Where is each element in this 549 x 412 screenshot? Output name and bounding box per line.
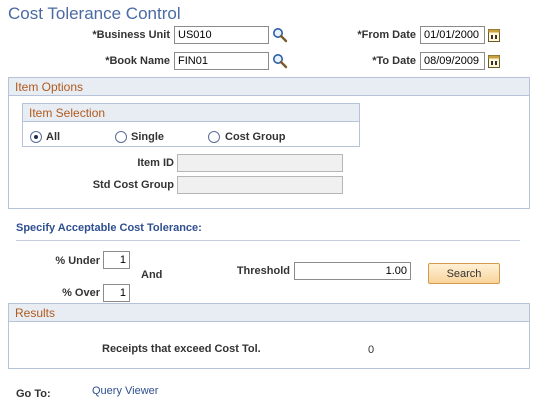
threshold-label: Threshold xyxy=(236,265,290,277)
business-unit-field[interactable] xyxy=(174,26,269,44)
book-name-field[interactable] xyxy=(174,52,269,70)
book-name-label: *Book Name xyxy=(105,55,170,67)
radio-cost-group[interactable] xyxy=(208,131,220,143)
threshold-field[interactable] xyxy=(294,262,411,280)
std-cost-group-field[interactable] xyxy=(177,176,343,194)
receipts-count: 0 xyxy=(368,344,375,356)
radio-single-label: Single xyxy=(131,131,165,143)
query-viewer-link[interactable]: Query Viewer xyxy=(92,385,158,397)
book-name-lookup-icon[interactable] xyxy=(272,53,288,69)
over-field[interactable] xyxy=(103,284,130,302)
radio-single[interactable] xyxy=(115,131,127,143)
over-label: % Over xyxy=(62,287,100,299)
radio-cost-group-label: Cost Group xyxy=(225,131,286,143)
receipts-label: Receipts that exceed Cost Tol. xyxy=(102,343,261,355)
search-button[interactable]: Search xyxy=(428,263,500,284)
to-date-calendar-icon[interactable] xyxy=(488,54,500,68)
to-date-label: *To Date xyxy=(372,55,416,67)
std-cost-group-label: Std Cost Group xyxy=(92,179,174,191)
item-options-header: Item Options xyxy=(9,78,529,96)
radio-all[interactable] xyxy=(30,131,42,143)
tolerance-section-title: Specify Acceptable Cost Tolerance: xyxy=(16,222,202,234)
goto-label: Go To: xyxy=(16,388,51,400)
item-id-field[interactable] xyxy=(177,154,343,172)
business-unit-lookup-icon[interactable] xyxy=(272,27,288,43)
item-selection-group: Item Selection xyxy=(22,103,360,147)
results-group: Results xyxy=(8,303,530,369)
page-title: Cost Tolerance Control xyxy=(8,4,181,23)
from-date-label: *From Date xyxy=(357,29,416,41)
tolerance-divider xyxy=(16,240,520,241)
to-date-field[interactable] xyxy=(420,52,485,70)
results-header: Results xyxy=(9,304,529,322)
radio-all-label: All xyxy=(46,131,61,143)
item-selection-header: Item Selection xyxy=(23,104,359,122)
business-unit-label: *Business Unit xyxy=(92,29,170,41)
under-field[interactable] xyxy=(103,251,130,269)
item-id-label: Item ID xyxy=(137,157,174,169)
under-label: % Under xyxy=(55,255,100,267)
and-label: And xyxy=(141,269,163,281)
from-date-calendar-icon[interactable] xyxy=(488,28,500,42)
from-date-field[interactable] xyxy=(420,26,485,44)
